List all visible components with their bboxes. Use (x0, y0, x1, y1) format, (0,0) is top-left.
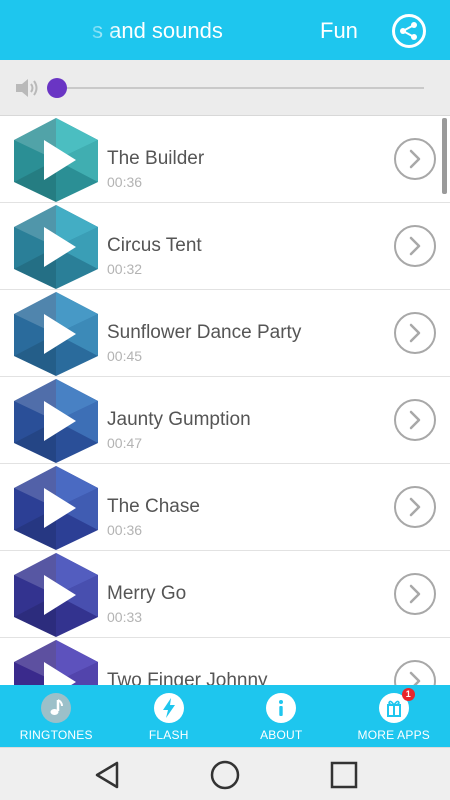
song-title: The Builder (107, 148, 205, 169)
bottom-tab-bar: RINGTONES FLASH ABOUT 1 MORE APPS (0, 685, 450, 747)
song-detail-button[interactable] (394, 486, 436, 528)
song-title: Jaunty Gumption (107, 409, 251, 430)
chevron-right-icon (409, 671, 421, 685)
tab-about[interactable]: ABOUT (225, 685, 338, 747)
volume-slider-thumb[interactable] (47, 78, 67, 98)
volume-bar (0, 60, 450, 116)
song-title: Sunflower Dance Party (107, 322, 302, 343)
song-duration: 00:36 (107, 522, 143, 538)
home-button[interactable] (208, 758, 242, 792)
header-title-next: Fun (320, 18, 358, 43)
volume-slider-track[interactable] (56, 87, 424, 89)
lightning-icon (153, 693, 184, 723)
play-icon[interactable] (10, 290, 102, 378)
list-scrollbar[interactable] (442, 118, 447, 194)
song-title: Two Finger Johnny (107, 670, 268, 685)
share-icon (400, 22, 417, 40)
play-icon[interactable] (10, 638, 102, 685)
info-icon (266, 693, 297, 723)
speaker-icon (16, 79, 38, 97)
song-row[interactable]: Jaunty Gumption 00:47 (0, 377, 450, 464)
song-detail-button[interactable] (394, 138, 436, 180)
system-nav-bar (0, 747, 450, 800)
home-icon (210, 760, 240, 790)
song-duration: 00:32 (107, 261, 143, 277)
play-icon[interactable] (10, 203, 102, 291)
tab-label: FLASH (148, 728, 189, 742)
song-row[interactable]: Sunflower Dance Party 00:45 (0, 290, 450, 377)
share-button[interactable] (392, 14, 426, 48)
title-fade (60, 0, 120, 60)
chevron-right-icon (409, 323, 421, 343)
play-icon[interactable] (10, 377, 102, 465)
tab-label: RINGTONES (19, 728, 93, 742)
play-icon[interactable] (10, 116, 102, 204)
chevron-right-icon (409, 497, 421, 517)
song-row[interactable]: Merry Go 00:33 (0, 551, 450, 638)
back-button[interactable] (90, 758, 124, 792)
song-detail-button[interactable] (394, 573, 436, 615)
song-title: The Chase (107, 496, 200, 517)
chevron-right-icon (409, 149, 421, 169)
play-icon[interactable] (10, 551, 102, 639)
chevron-right-icon (409, 236, 421, 256)
song-row[interactable]: The Builder 00:36 (0, 116, 450, 203)
chevron-right-icon (409, 584, 421, 604)
apps-icon: 1 (378, 688, 415, 723)
tab-ringtones[interactable]: RINGTONES (0, 685, 113, 747)
song-title: Merry Go (107, 583, 187, 604)
song-duration: 00:33 (107, 609, 143, 625)
chevron-right-icon (409, 410, 421, 430)
tab-flash[interactable]: FLASH (113, 685, 226, 747)
song-detail-button[interactable] (394, 312, 436, 354)
tab-label: MORE APPS (357, 728, 430, 742)
play-icon[interactable] (10, 464, 102, 552)
song-duration: 00:45 (107, 348, 143, 364)
song-list: The Builder 00:36 Circus Tent 00:32 Sunf… (0, 116, 450, 685)
song-row[interactable]: The Chase 00:36 (0, 464, 450, 551)
recents-icon (330, 761, 358, 789)
tab-more-apps[interactable]: 1 MORE APPS (338, 685, 450, 747)
song-detail-button[interactable] (394, 225, 436, 267)
tab-label: ABOUT (260, 728, 303, 742)
back-icon (95, 761, 119, 789)
song-title: Circus Tent (107, 235, 202, 256)
app-header: s and sounds Fun (0, 0, 450, 60)
notification-badge: 1 (401, 688, 415, 701)
recents-button[interactable] (327, 758, 361, 792)
song-detail-button[interactable] (394, 399, 436, 441)
song-row[interactable]: Two Finger Johnny 00:41 (0, 638, 450, 685)
song-row[interactable]: Circus Tent 00:32 (0, 203, 450, 290)
song-detail-button[interactable] (394, 660, 436, 685)
song-duration: 00:47 (107, 435, 143, 451)
music-note-icon (41, 693, 72, 723)
song-duration: 00:36 (107, 174, 143, 190)
